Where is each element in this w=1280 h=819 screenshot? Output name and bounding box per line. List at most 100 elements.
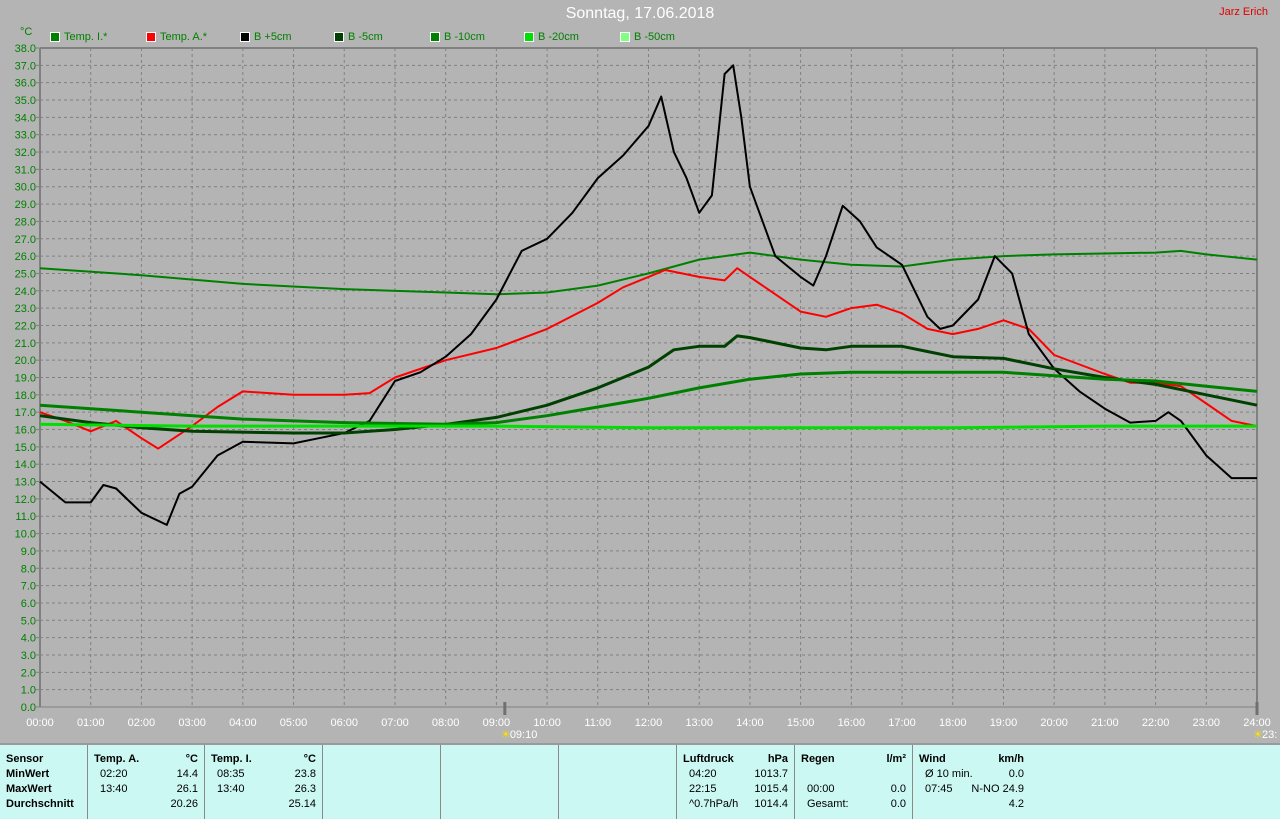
summary-header: Wind km/h <box>919 753 1024 768</box>
y-tick-label: 6.0 <box>21 598 36 610</box>
summary-column: Luftdruck hPa 04:20 1013.7 22:15 1015.4 ^0.7hP… <box>677 745 795 819</box>
summary-label: 13:40 <box>100 783 128 795</box>
y-tick-label: 22.0 <box>15 320 36 332</box>
y-tick-label: 27.0 <box>15 234 36 246</box>
y-tick-label: 1.0 <box>21 685 36 697</box>
y-tick-label: 38.0 <box>15 43 36 55</box>
summary-header: Luftdruck hPa <box>683 753 788 768</box>
y-tick-label: 29.0 <box>15 199 36 211</box>
y-tick-label: 12.0 <box>15 494 36 506</box>
x-tick-label: 04:00 <box>229 717 257 729</box>
summary-value: 1013.7 <box>754 768 788 780</box>
x-tick-label: 14:00 <box>736 717 764 729</box>
y-tick-label: 9.0 <box>21 546 36 558</box>
y-tick-label: 25.0 <box>15 268 36 280</box>
summary-column <box>559 745 677 819</box>
summary-header <box>447 753 552 768</box>
y-tick-label: 5.0 <box>21 615 36 627</box>
series-line-temp-i <box>39 249 1258 296</box>
y-tick-label: 20.0 <box>15 355 36 367</box>
y-tick-label: 21.0 <box>15 338 36 350</box>
summary-label: Sensor <box>6 753 44 765</box>
summary-value: 14.4 <box>176 768 198 780</box>
summary-header <box>329 753 434 768</box>
summary-row: 20.26 <box>94 798 198 813</box>
summary-row: ^0.7hPa/h 1014.4 <box>683 798 788 813</box>
x-tick-label: 22:00 <box>1142 717 1170 729</box>
summary-value: 1014.4 <box>754 798 788 810</box>
x-tick-label: 15:00 <box>787 717 815 729</box>
summary-label: 04:20 <box>689 768 717 780</box>
y-tick-label: 10.0 <box>15 529 36 541</box>
summary-row: MinWert <box>6 768 81 783</box>
summary-row <box>329 768 434 783</box>
summary-value: °C <box>303 753 316 765</box>
x-tick-label: 24:00 <box>1243 717 1271 729</box>
y-tick-label: 3.0 <box>21 650 36 662</box>
summary-column: Temp. A. °C 02:20 14.4 13:40 26.1 20.26 <box>88 745 205 819</box>
summary-value: 0.0 <box>1008 768 1024 780</box>
summary-value: km/h <box>998 753 1024 765</box>
summary-label: 00:00 <box>807 783 835 795</box>
y-tick-label: 7.0 <box>21 581 36 593</box>
summary-column <box>441 745 559 819</box>
y-tick-label: 28.0 <box>15 216 36 228</box>
x-tick-label: 16:00 <box>838 717 866 729</box>
summary-value: 23.8 <box>294 768 316 780</box>
summary-row <box>801 768 906 783</box>
y-tick-label: 35.0 <box>15 95 36 107</box>
y-tick-label: 30.0 <box>15 182 36 194</box>
summary-value: 26.1 <box>176 783 198 795</box>
summary-row <box>565 783 670 798</box>
y-tick-label: 37.0 <box>15 60 36 72</box>
summary-value: 20.26 <box>170 798 198 810</box>
summary-label: MaxWert <box>6 783 52 795</box>
summary-row <box>447 798 552 813</box>
y-tick-label: 36.0 <box>15 78 36 90</box>
summary-label: Durchschnitt <box>6 798 74 810</box>
summary-row: Ø 10 min. 0.0 <box>919 768 1024 783</box>
y-tick-label: 8.0 <box>21 563 36 575</box>
x-tick-label: 13:00 <box>685 717 713 729</box>
summary-label: 08:35 <box>217 768 245 780</box>
summary-value: 0.0 <box>890 798 906 810</box>
summary-column: Regen l/m² 00:00 0.0 Gesamt: 0.0 <box>795 745 913 819</box>
x-tick-label: 02:00 <box>128 717 156 729</box>
y-tick-label: 33.0 <box>15 130 36 142</box>
summary-row: 25.14 <box>211 798 316 813</box>
summary-label: Gesamt: <box>807 798 849 810</box>
marker-label: 23: <box>1262 729 1277 741</box>
x-tick-label: 20:00 <box>1040 717 1068 729</box>
x-tick-label: 05:00 <box>280 717 308 729</box>
summary-row <box>565 798 670 813</box>
summary-row: 00:00 0.0 <box>801 783 906 798</box>
summary-row: 13:40 26.1 <box>94 783 198 798</box>
summary-value: hPa <box>767 753 788 765</box>
summary-panel: Sensor MinWert MaxWert Durchschnitt Temp. A.… <box>0 743 1280 819</box>
y-tick-label: 26.0 <box>15 251 36 263</box>
summary-label: Luftdruck <box>683 753 734 765</box>
summary-header: Temp. A. °C <box>94 753 198 768</box>
summary-row <box>329 798 434 813</box>
summary-value: 4.2 <box>1008 798 1024 810</box>
summary-label: 02:20 <box>100 768 128 780</box>
x-tick-label: 08:00 <box>432 717 460 729</box>
summary-row: 07:45 N-NO 24.9 <box>919 783 1024 798</box>
summary-label: Wind <box>919 753 946 765</box>
y-tick-label: 2.0 <box>21 667 36 679</box>
summary-label: Temp. I. <box>211 753 252 765</box>
y-tick-label: 18.0 <box>15 390 36 402</box>
summary-value: 25.14 <box>288 798 316 810</box>
summary-value: °C <box>185 753 198 765</box>
summary-header: Temp. I. °C <box>211 753 316 768</box>
y-tick-label: 19.0 <box>15 373 36 385</box>
summary-header: Sensor <box>6 753 81 768</box>
x-tick-label: 00:00 <box>26 717 54 729</box>
summary-header <box>565 753 670 768</box>
summary-value: 26.3 <box>294 783 316 795</box>
chart-area: 0.0 1.0 2.0 3.0 4.0 5.0 6.0 7.0 8.0 9.0 10.0 11.0 12… <box>15 43 1278 741</box>
y-tick-label: 13.0 <box>15 477 36 489</box>
x-tick-label: 19:00 <box>990 717 1018 729</box>
summary-row: 22:15 1015.4 <box>683 783 788 798</box>
y-tick-label: 24.0 <box>15 286 36 298</box>
